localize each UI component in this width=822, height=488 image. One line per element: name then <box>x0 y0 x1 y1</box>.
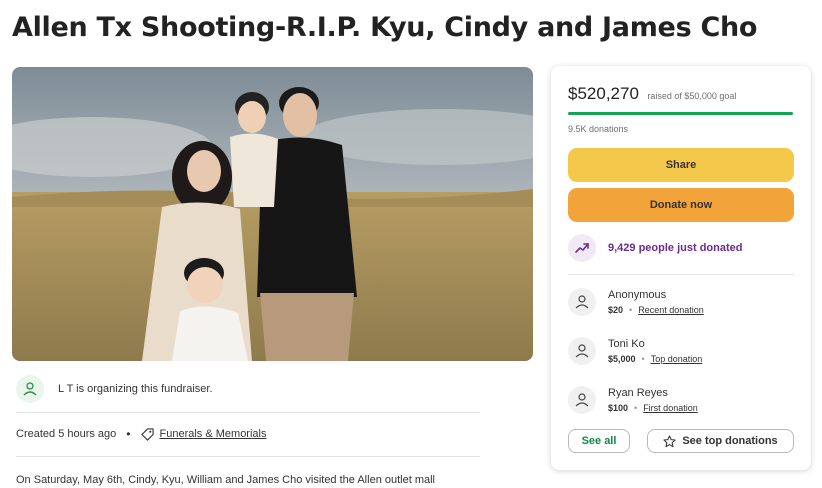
see-all-button[interactable]: See all <box>568 429 630 453</box>
divider <box>16 456 480 457</box>
star-icon <box>663 434 676 448</box>
share-button[interactable]: Share <box>568 148 794 182</box>
donor-name: Ryan Reyes <box>608 387 668 399</box>
dot-separator: • <box>629 305 633 315</box>
divider <box>16 412 480 413</box>
see-top-donations-button[interactable]: See top donations <box>647 429 794 453</box>
donor-name: Toni Ko <box>608 338 645 350</box>
donor-tag-link[interactable]: First donation <box>643 403 698 413</box>
raised-amount: $520,270 <box>568 84 639 103</box>
donor-tag-link[interactable]: Recent donation <box>638 305 704 315</box>
donor-amount: $5,000 <box>608 354 636 364</box>
see-top-donations-label: See top donations <box>682 435 778 447</box>
trend-up-icon <box>568 234 596 262</box>
donor-tag-link[interactable]: Top donation <box>651 354 703 364</box>
progress-fill <box>568 112 793 115</box>
divider <box>568 274 794 275</box>
progress-bar <box>568 112 793 115</box>
donor-amount: $20 <box>608 305 624 315</box>
donation-card: $520,270 raised of $50,000 goal 9.5K don… <box>551 66 811 470</box>
dot-separator: • <box>634 403 638 413</box>
meta-row: Created 5 hours ago • Funerals & Memoria… <box>16 425 266 443</box>
goal-text: raised of $50,000 goal <box>647 91 737 101</box>
heart-hand-icon <box>568 288 596 316</box>
fundraiser-photo <box>12 67 533 361</box>
organizer-text: L T is organizing this fundraiser. <box>58 383 213 395</box>
heart-hand-icon <box>568 386 596 414</box>
heart-hand-icon <box>16 375 44 403</box>
donor-name: Anonymous <box>608 289 667 301</box>
organizer-row[interactable]: L T is organizing this fundraiser. <box>16 374 480 404</box>
story-text: On Saturday, May 6th, Cindy, Kyu, Willia… <box>16 474 435 486</box>
page-title: Allen Tx Shooting-R.I.P. Kyu, Cindy and … <box>12 12 758 43</box>
donor-item: Toni Ko $5,000 • Top donation <box>568 333 702 369</box>
donation-count: 9.5K donations <box>568 124 629 134</box>
donor-item: Anonymous $20 • Recent donation <box>568 284 704 320</box>
created-time: Created 5 hours ago <box>16 428 117 440</box>
category-link[interactable]: Funerals & Memorials <box>160 428 267 440</box>
donate-now-button[interactable]: Donate now <box>568 188 794 222</box>
tag-icon <box>140 427 154 441</box>
donor-amount: $100 <box>608 403 629 413</box>
heart-hand-icon <box>568 337 596 365</box>
recent-donations-trend: 9,429 people just donated <box>568 233 742 263</box>
family-photo-illustration <box>12 67 533 361</box>
trend-text: 9,429 people just donated <box>608 242 743 254</box>
meta-separator: • <box>126 427 131 441</box>
dot-separator: • <box>641 354 645 364</box>
raised-summary: $520,270 raised of $50,000 goal <box>568 84 736 104</box>
donor-item: Ryan Reyes $100 • First donation <box>568 382 698 418</box>
